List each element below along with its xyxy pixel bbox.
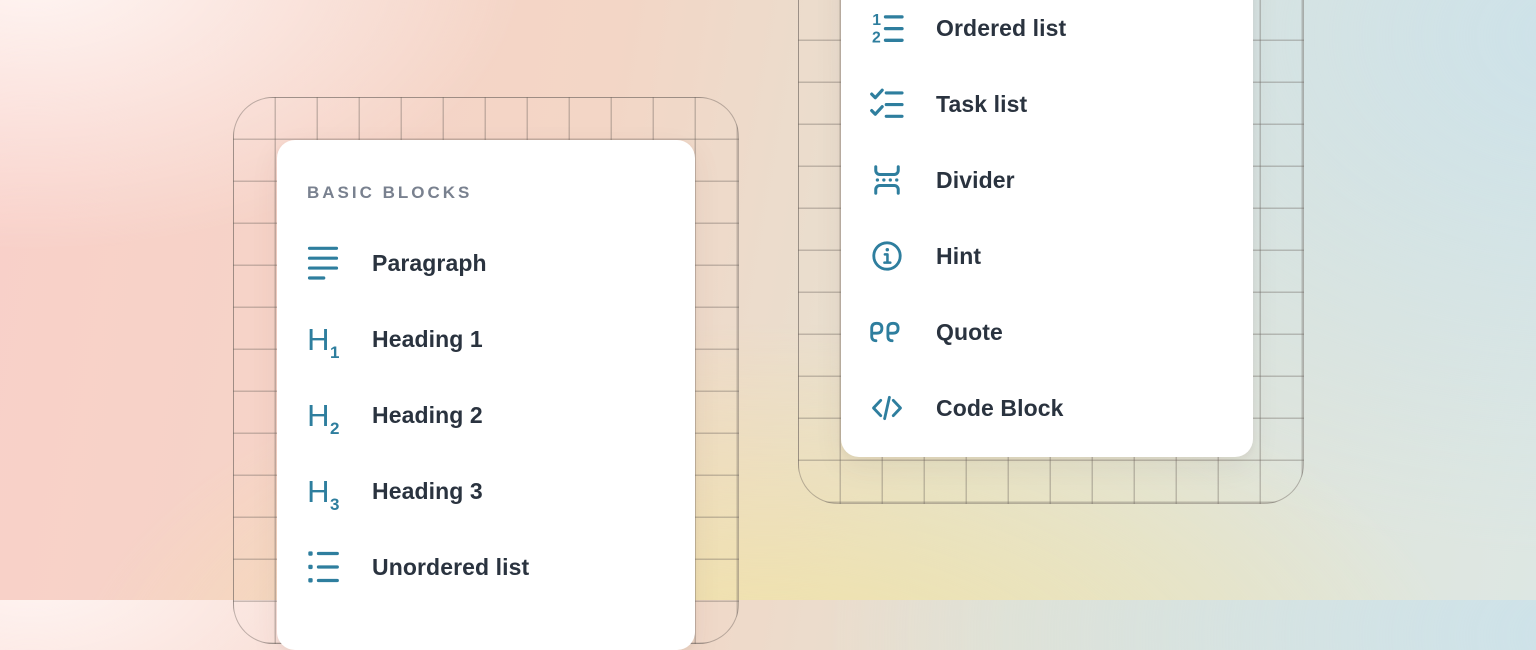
- menu-item-label: Paragraph: [372, 250, 487, 277]
- menu-item-paragraph[interactable]: Paragraph: [277, 225, 695, 301]
- svg-text:1: 1: [872, 12, 881, 29]
- menu-item-unordered-list[interactable]: Unordered list: [277, 529, 695, 605]
- divider-icon: [869, 162, 905, 198]
- menu-item-label: Divider: [936, 167, 1015, 194]
- code-block-icon: [869, 390, 905, 426]
- heading-2-icon: H2: [305, 397, 341, 433]
- ordered-list-icon: 12: [869, 10, 905, 46]
- menu-item-divider[interactable]: Divider: [841, 142, 1253, 218]
- unordered-list-icon: [305, 549, 341, 585]
- menu-item-code-block[interactable]: Code Block: [841, 370, 1253, 446]
- insert-blocks-menu: 12 Ordered list Task list Divider Hint Q…: [841, 0, 1253, 457]
- menu-item-label: Code Block: [936, 395, 1064, 422]
- insert-blocks-items: 12 Ordered list Task list Divider Hint Q…: [841, 0, 1253, 446]
- menu-item-label: Heading 2: [372, 402, 483, 429]
- heading-1-icon: H1: [305, 321, 341, 357]
- svg-text:2: 2: [872, 29, 881, 46]
- menu-item-task-list[interactable]: Task list: [841, 66, 1253, 142]
- menu-item-heading-2[interactable]: H2 Heading 2: [277, 377, 695, 453]
- menu-item-label: Hint: [936, 243, 981, 270]
- menu-item-heading-1[interactable]: H1 Heading 1: [277, 301, 695, 377]
- menu-item-label: Ordered list: [936, 15, 1066, 42]
- menu-item-hint[interactable]: Hint: [841, 218, 1253, 294]
- quote-icon: [869, 314, 905, 350]
- task-list-icon: [869, 86, 905, 122]
- menu-item-label: Quote: [936, 319, 1003, 346]
- basic-blocks-menu: BASIC BLOCKS Paragraph H1 Heading 1 H2 H…: [277, 140, 695, 650]
- hint-icon: [869, 238, 905, 274]
- menu-item-label: Unordered list: [372, 554, 529, 581]
- basic-blocks-items: Paragraph H1 Heading 1 H2 Heading 2 H3 H…: [277, 225, 695, 605]
- section-label-basic-blocks: BASIC BLOCKS: [277, 140, 695, 210]
- menu-item-quote[interactable]: Quote: [841, 294, 1253, 370]
- paragraph-icon: [305, 245, 341, 281]
- menu-item-label: Heading 3: [372, 478, 483, 505]
- menu-item-heading-3[interactable]: H3 Heading 3: [277, 453, 695, 529]
- heading-3-icon: H3: [305, 473, 341, 509]
- menu-item-ordered-list[interactable]: 12 Ordered list: [841, 0, 1253, 66]
- menu-item-label: Task list: [936, 91, 1027, 118]
- menu-item-label: Heading 1: [372, 326, 483, 353]
